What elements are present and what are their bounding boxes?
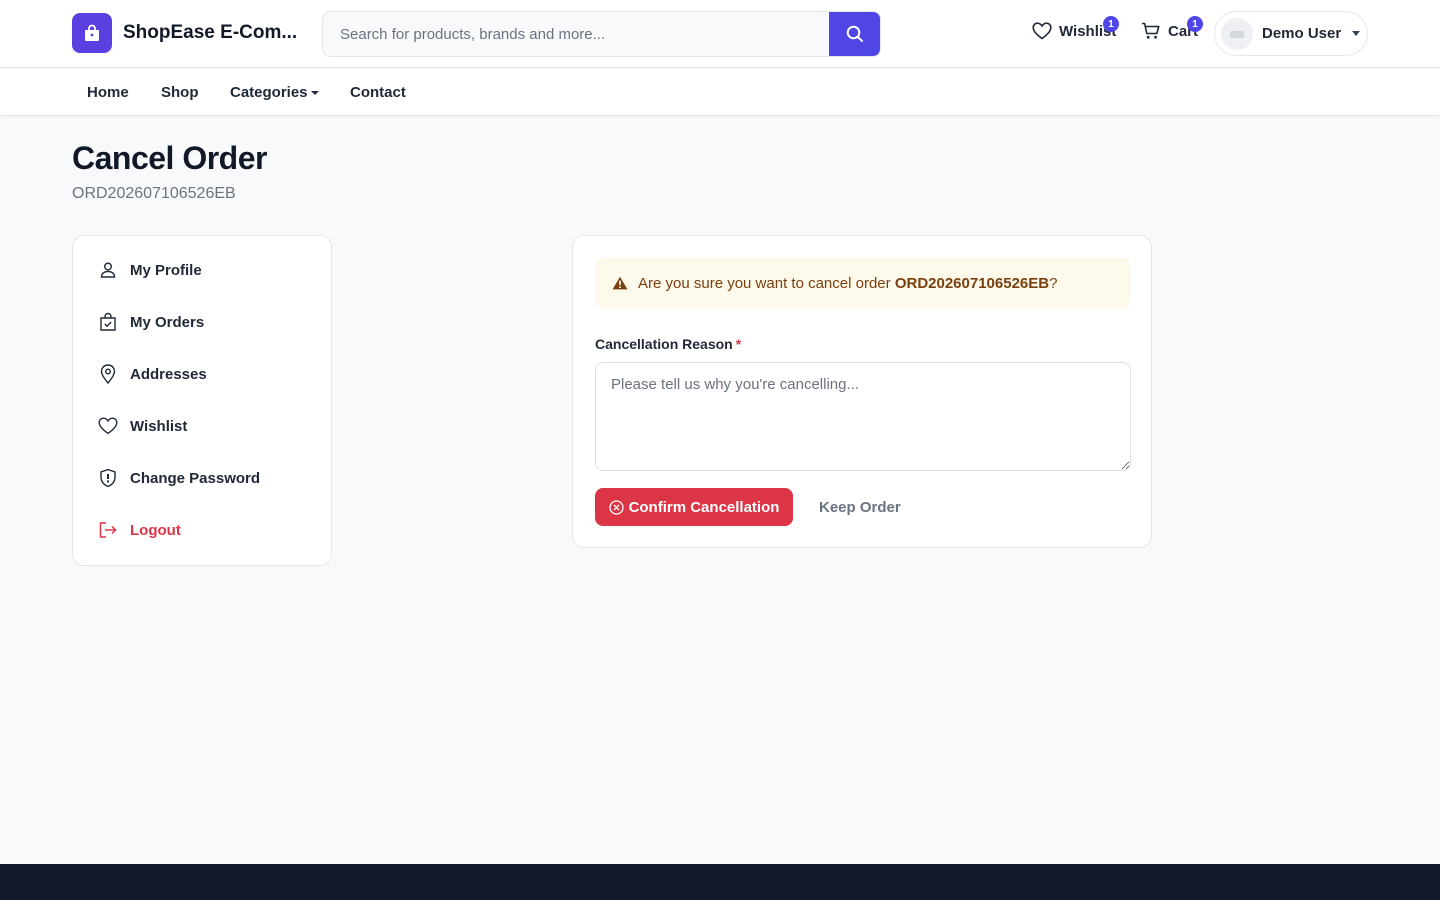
nav-categories[interactable]: Categories: [230, 84, 319, 101]
heart-icon: [97, 415, 119, 437]
footer: [0, 864, 1440, 900]
search-icon: [846, 25, 863, 42]
sidebar-item-label: Addresses: [130, 365, 207, 383]
sidebar-item-addresses[interactable]: Addresses: [97, 363, 207, 385]
sidebar-item-label: Logout: [130, 521, 181, 539]
sidebar-item-label: Wishlist: [130, 417, 188, 435]
map-pin-icon: [97, 363, 119, 385]
reason-label-text: Cancellation Reason: [595, 336, 733, 352]
sidebar-item-change-password[interactable]: Change Password: [97, 467, 260, 489]
cancellation-reason-field[interactable]: [595, 362, 1131, 471]
chevron-down-icon: [1352, 31, 1361, 36]
user-avatar-icon: [1230, 30, 1244, 38]
order-id: ORD202607106526EB: [72, 185, 236, 202]
wishlist-count-badge: 1: [1103, 16, 1119, 32]
sidebar-item-wishlist[interactable]: Wishlist: [97, 415, 187, 437]
confirm-cancellation-label: Confirm Cancellation: [628, 498, 780, 516]
warning-text: Are you sure you want to cancel order OR…: [638, 275, 1057, 292]
user-icon: [97, 259, 119, 281]
sidebar-item-my-profile[interactable]: My Profile: [97, 259, 202, 281]
keep-order-button[interactable]: Keep Order: [805, 488, 915, 526]
heart-icon: [1032, 22, 1052, 40]
search-bar: [322, 11, 881, 57]
warning-alert: Are you sure you want to cancel order OR…: [595, 258, 1131, 308]
sidebar-item-label: My Profile: [130, 261, 202, 279]
shopping-bag-icon: [72, 13, 112, 53]
nav-home[interactable]: Home: [87, 84, 129, 101]
confirm-cancellation-button[interactable]: Confirm Cancellation: [595, 488, 793, 526]
reason-label: Cancellation Reason *: [595, 336, 741, 352]
warning-suffix: ?: [1049, 274, 1058, 292]
user-name: Demo User: [1262, 25, 1342, 42]
required-mark: *: [735, 336, 742, 352]
account-sidebar: My Profile My Orders Addresses Wishlist …: [72, 235, 332, 566]
shield-icon: [97, 467, 119, 489]
sidebar-item-logout[interactable]: Logout: [97, 519, 181, 541]
nav-shop[interactable]: Shop: [161, 84, 199, 101]
cart-link[interactable]: Cart 1: [1141, 16, 1203, 40]
page-title: Cancel Order: [72, 140, 267, 176]
cart-count-badge: 1: [1187, 16, 1203, 32]
search-button[interactable]: [829, 12, 880, 56]
brand-name: ShopEase E-Com...: [123, 22, 298, 43]
sidebar-item-label: My Orders: [130, 313, 205, 331]
search-input[interactable]: [323, 12, 831, 56]
nav-contact[interactable]: Contact: [350, 84, 406, 101]
sidebar-item-label: Change Password: [130, 469, 261, 487]
brand[interactable]: ShopEase E-Com...: [72, 13, 297, 53]
warning-triangle-icon: [612, 276, 628, 290]
bag-check-icon: [97, 311, 119, 333]
warning-order-id: ORD202607106526EB: [894, 274, 1050, 292]
user-menu[interactable]: Demo User: [1214, 11, 1368, 56]
warning-prefix: Are you sure you want to cancel order: [638, 274, 895, 292]
caret-down-icon: [310, 90, 319, 95]
wishlist-link[interactable]: Wishlist 1: [1032, 16, 1119, 40]
nav-categories-label: Categories: [230, 84, 308, 101]
sidebar-item-my-orders[interactable]: My Orders: [97, 311, 204, 333]
cart-icon: [1142, 22, 1160, 39]
top-header: ShopEase E-Com... Wishlist 1 Cart 1: [0, 0, 1440, 68]
x-circle-icon: [608, 499, 624, 515]
avatar: [1221, 17, 1253, 50]
main-nav: Home Shop Categories Contact: [0, 69, 1440, 116]
logout-icon: [97, 519, 119, 541]
cancel-order-card: Are you sure you want to cancel order OR…: [572, 235, 1152, 548]
